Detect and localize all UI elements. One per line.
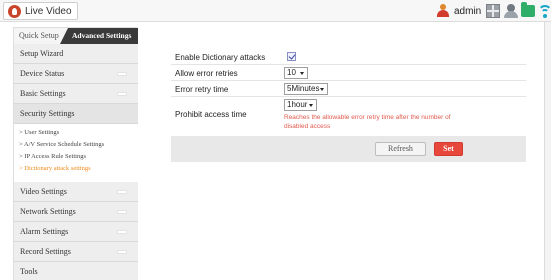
prohibit-access-time-label: Prohibit access time: [175, 110, 247, 119]
sidebar-item-label: Security Settings: [20, 109, 75, 118]
submenu-dictionary-attack[interactable]: > Dictionary attack settings: [19, 165, 91, 172]
expand-icon: [117, 72, 127, 76]
sidebar-item-label: Setup Wizard: [20, 49, 64, 58]
row-allow-error-retries: Allow error retries 10: [171, 65, 526, 81]
enable-dictionary-label: Enable Dictionary attacks: [175, 53, 266, 62]
sidebar-item-video-settings[interactable]: Video Settings: [14, 182, 138, 202]
row-prohibit-access-time: Prohibit access time 1hour Reaches the a…: [171, 97, 526, 135]
sidebar-item-setup-wizard[interactable]: Setup Wizard: [14, 44, 138, 64]
top-bar: Live Video admin: [0, 0, 551, 22]
sidebar-item-label: Alarm Settings: [20, 227, 69, 236]
expand-icon: [117, 210, 127, 214]
security-submenu: > User Settings > A/V Service Schedule S…: [14, 124, 138, 182]
sidebar-item-basic-settings[interactable]: Basic Settings: [14, 84, 138, 104]
button-bar: Refresh Set: [171, 136, 526, 162]
sidebar-item-label: Tools: [20, 267, 38, 276]
user-menu[interactable]: admin: [437, 3, 481, 19]
live-video-label: Live Video: [25, 5, 72, 17]
submenu-ip-access-rule[interactable]: > IP Access Rule Settings: [19, 153, 86, 160]
dictionary-attack-form: Enable Dictionary attacks Allow error re…: [171, 50, 526, 162]
right-scroll-strip: [544, 22, 551, 280]
sidebar-item-label: Record Settings: [20, 247, 71, 256]
prohibit-hint-text: Reaches the allowable error retry time a…: [284, 114, 451, 130]
grid-icon[interactable]: [486, 4, 500, 18]
expand-icon: [117, 250, 127, 254]
refresh-button[interactable]: Refresh: [375, 142, 426, 156]
allow-error-retries-label: Allow error retries: [175, 69, 238, 78]
username: admin: [454, 5, 482, 17]
chevron-down-icon: [320, 88, 324, 91]
submenu-av-service-schedule[interactable]: > A/V Service Schedule Settings: [19, 141, 104, 148]
error-retries-select[interactable]: 10: [284, 67, 308, 79]
sidebar: Quick Setup Advanced Settings Setup Wiza…: [13, 27, 138, 280]
error-retry-time-label: Error retry time: [175, 85, 229, 94]
set-button[interactable]: Set: [434, 142, 463, 156]
expand-icon: [117, 92, 127, 96]
enable-dictionary-checkbox[interactable]: [287, 52, 296, 61]
chevron-down-icon: [309, 104, 313, 107]
error-retries-value: 10: [287, 68, 296, 77]
prohibit-access-time-value: 1hour: [287, 100, 308, 109]
error-retry-time-select[interactable]: 5Minutes: [284, 83, 328, 95]
sidebar-item-network-settings[interactable]: Network Settings: [14, 202, 138, 222]
camera-logo-icon: [8, 4, 21, 18]
wifi-icon[interactable]: [538, 4, 551, 18]
row-enable-dictionary: Enable Dictionary attacks: [171, 50, 526, 65]
expand-icon: [117, 230, 127, 234]
sidebar-item-label: Video Settings: [20, 187, 67, 196]
sidebar-item-device-status[interactable]: Device Status: [14, 64, 138, 84]
expand-icon: [117, 190, 127, 194]
submenu-user-settings[interactable]: > User Settings: [19, 129, 59, 136]
row-error-retry-time: Error retry time 5Minutes: [171, 81, 526, 97]
folder-icon[interactable]: [521, 2, 535, 17]
user-icon[interactable]: [504, 4, 518, 18]
sidebar-item-record-settings[interactable]: Record Settings: [14, 242, 138, 262]
prohibit-access-time-select[interactable]: 1hour: [284, 99, 317, 111]
user-avatar-icon: [437, 4, 449, 18]
tab-advanced-settings[interactable]: Advanced Settings: [60, 28, 138, 44]
sidebar-item-label: Network Settings: [20, 207, 76, 216]
sidebar-item-alarm-settings[interactable]: Alarm Settings: [14, 222, 138, 242]
live-video-tab[interactable]: Live Video: [3, 2, 78, 20]
sidebar-item-label: Basic Settings: [20, 89, 66, 98]
error-retry-time-value: 5Minutes: [287, 84, 320, 93]
sidebar-item-label: Device Status: [20, 69, 65, 78]
chevron-down-icon: [300, 72, 304, 75]
sidebar-item-security-settings[interactable]: Security Settings: [14, 104, 138, 124]
sidebar-item-tools[interactable]: Tools: [14, 262, 138, 280]
sidebar-tabs: Quick Setup Advanced Settings: [14, 28, 138, 44]
